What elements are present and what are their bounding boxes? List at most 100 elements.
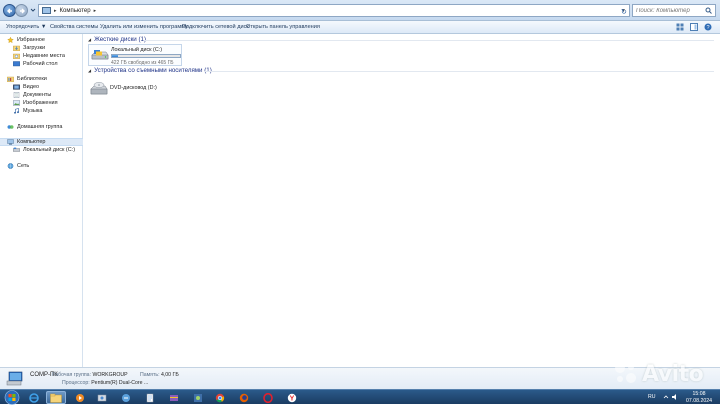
start-button-icon[interactable] bbox=[2, 390, 22, 405]
sidebar-item-documents[interactable]: Документы bbox=[13, 92, 51, 98]
pictures-library-icon bbox=[13, 100, 20, 106]
arrow-right-icon bbox=[20, 8, 25, 14]
firefox-icon bbox=[239, 393, 249, 402]
map-network-drive-button[interactable]: Подключить сетевой диск bbox=[182, 24, 249, 30]
sidebar-item-label: Избранное bbox=[17, 37, 45, 43]
memory-info: Память: 4,00 ГБ bbox=[140, 372, 179, 378]
sidebar-item-network[interactable]: Сеть bbox=[7, 163, 29, 169]
taskbar-ie-button[interactable] bbox=[24, 391, 44, 404]
sidebar-item-label: Музыка bbox=[23, 108, 43, 114]
group-divider bbox=[204, 71, 714, 72]
folder-icon bbox=[50, 393, 62, 403]
group-divider bbox=[144, 40, 714, 41]
sidebar-item-label: Локальный диск (C:) bbox=[23, 147, 76, 153]
recent-places-icon bbox=[13, 53, 20, 59]
taskbar-app-button-3[interactable] bbox=[140, 391, 160, 404]
sidebar-item-label: Изображения bbox=[23, 100, 58, 106]
taskbar-app-button-4[interactable] bbox=[164, 391, 184, 404]
collapse-triangle-icon[interactable]: ◢ bbox=[88, 37, 91, 42]
svg-text:Y: Y bbox=[290, 395, 295, 402]
sidebar-item-recent[interactable]: Недавние места bbox=[13, 53, 65, 59]
taskbar-yandex-button[interactable]: Y bbox=[282, 391, 302, 404]
taskbar-firefox-button[interactable] bbox=[234, 391, 254, 404]
workgroup-label: Рабочая группа: WORKGROUP bbox=[52, 372, 128, 378]
language-indicator[interactable]: RU bbox=[648, 394, 656, 400]
taskbar-opera-button[interactable] bbox=[258, 391, 278, 404]
star-icon bbox=[7, 37, 14, 43]
show-hidden-icons-chevron-icon[interactable] bbox=[662, 393, 670, 401]
address-bar: ▸ Компьютер ▸ ▼ ↻ bbox=[0, 0, 720, 21]
network-status-icon bbox=[194, 393, 202, 402]
system-clock[interactable]: 15:08 07.08.2024 bbox=[684, 391, 714, 404]
taskbar-app-button-2[interactable] bbox=[116, 391, 136, 404]
system-properties-button[interactable]: Свойства системы bbox=[50, 24, 98, 30]
sidebar-item-images[interactable]: Изображения bbox=[13, 100, 58, 106]
memory-label: Память: bbox=[140, 372, 160, 378]
refresh-icon[interactable]: ↻ bbox=[621, 8, 627, 16]
sidebar-item-desktop[interactable]: Рабочий стол bbox=[13, 61, 58, 67]
group-header-label: Устройства со съемными носителями (1) bbox=[94, 67, 212, 74]
drive-tile-dvd[interactable]: DVD-дисковод (D:) bbox=[90, 80, 180, 96]
sidebar-item-libraries[interactable]: Библиотеки bbox=[7, 76, 47, 82]
local-disk-icon bbox=[91, 50, 109, 60]
sidebar-item-label: Документы bbox=[23, 92, 52, 98]
taskbar: Y RU 15:08 07.08.2024 bbox=[0, 389, 720, 405]
forward-button[interactable] bbox=[15, 4, 28, 17]
group-header-hard-drives[interactable]: ◢ Жесткие диски (1) bbox=[88, 36, 146, 43]
recent-pages-chevron-icon[interactable] bbox=[30, 8, 36, 13]
sidebar-item-label: Библиотеки bbox=[17, 76, 47, 82]
device-icon bbox=[97, 394, 107, 401]
processor-value: Pentium(R) Dual-Core ... bbox=[91, 380, 149, 386]
open-control-panel-button[interactable]: Открыть панель управления bbox=[246, 24, 320, 30]
documents-library-icon bbox=[13, 92, 20, 98]
avito-logo-icon bbox=[615, 363, 636, 383]
yandex-browser-icon: Y bbox=[287, 393, 297, 402]
sidebar-item-downloads[interactable]: Загрузки bbox=[13, 45, 45, 51]
drive-usage-fill bbox=[112, 55, 119, 57]
help-icon[interactable]: ? bbox=[704, 23, 712, 31]
collapse-triangle-icon[interactable]: ◢ bbox=[88, 68, 91, 73]
sidebar-item-music[interactable]: Музыка bbox=[13, 108, 42, 114]
computer-icon bbox=[42, 7, 51, 14]
preview-pane-icon[interactable] bbox=[690, 23, 698, 31]
sidebar-item-video[interactable]: Видео bbox=[13, 84, 39, 90]
breadcrumb-separator-icon[interactable]: ▸ bbox=[54, 8, 57, 14]
internet-explorer-icon bbox=[29, 392, 39, 403]
sidebar-item-local-disk[interactable]: Локальный диск (C:) bbox=[13, 147, 75, 153]
search-input[interactable] bbox=[636, 7, 706, 14]
taskbar-app-button-1[interactable] bbox=[92, 391, 112, 404]
svg-text:?: ? bbox=[706, 25, 709, 31]
computer-icon bbox=[7, 139, 14, 145]
organize-menu-button[interactable]: Упорядочить ▼ bbox=[6, 24, 46, 30]
libraries-icon bbox=[7, 76, 14, 82]
drive-usage-bar bbox=[111, 54, 181, 58]
chrome-icon bbox=[215, 393, 225, 402]
sidebar-item-homegroup[interactable]: Домашняя группа bbox=[7, 124, 62, 130]
command-bar: Упорядочить ▼ Свойства системы Удалить и… bbox=[0, 21, 720, 34]
taskbar-chrome-button[interactable] bbox=[210, 391, 230, 404]
sidebar-item-label: Недавние места bbox=[23, 53, 65, 59]
search-icon[interactable] bbox=[705, 7, 712, 14]
breadcrumb[interactable]: ▸ Компьютер ▸ ▼ bbox=[38, 4, 630, 17]
group-header-removable[interactable]: ◢ Устройства со съемными носителями (1) bbox=[88, 67, 212, 74]
sidebar-item-computer[interactable]: Компьютер bbox=[0, 138, 83, 146]
taskbar-app-button-5[interactable] bbox=[188, 391, 208, 404]
volume-icon[interactable] bbox=[671, 393, 679, 401]
uninstall-program-button[interactable]: Удалить или изменить программу bbox=[100, 24, 188, 30]
sidebar-item-favorites[interactable]: Избранное bbox=[7, 37, 45, 43]
processor-label: Процессор: bbox=[62, 380, 90, 386]
navigation-pane: Избранное Загрузки Недавние места Рабочи… bbox=[0, 34, 83, 367]
breadcrumb-computer[interactable]: Компьютер bbox=[60, 8, 91, 14]
taskbar-media-player-button[interactable] bbox=[70, 391, 90, 404]
search-box[interactable] bbox=[632, 4, 716, 17]
taskbar-explorer-button[interactable] bbox=[46, 391, 66, 404]
sidebar-item-label: Компьютер bbox=[17, 139, 46, 145]
desktop-icon bbox=[13, 61, 20, 67]
opera-icon bbox=[263, 392, 273, 403]
drive-tile-c[interactable]: Локальный диск (C:) 422 ГБ свободно из 4… bbox=[88, 44, 182, 66]
change-view-icon[interactable] bbox=[676, 23, 684, 31]
dvd-drive-icon bbox=[90, 82, 108, 95]
avito-wordmark: Avito bbox=[642, 362, 704, 387]
arrow-left-icon bbox=[7, 8, 12, 14]
breadcrumb-chevron-icon[interactable]: ▸ bbox=[94, 8, 97, 14]
